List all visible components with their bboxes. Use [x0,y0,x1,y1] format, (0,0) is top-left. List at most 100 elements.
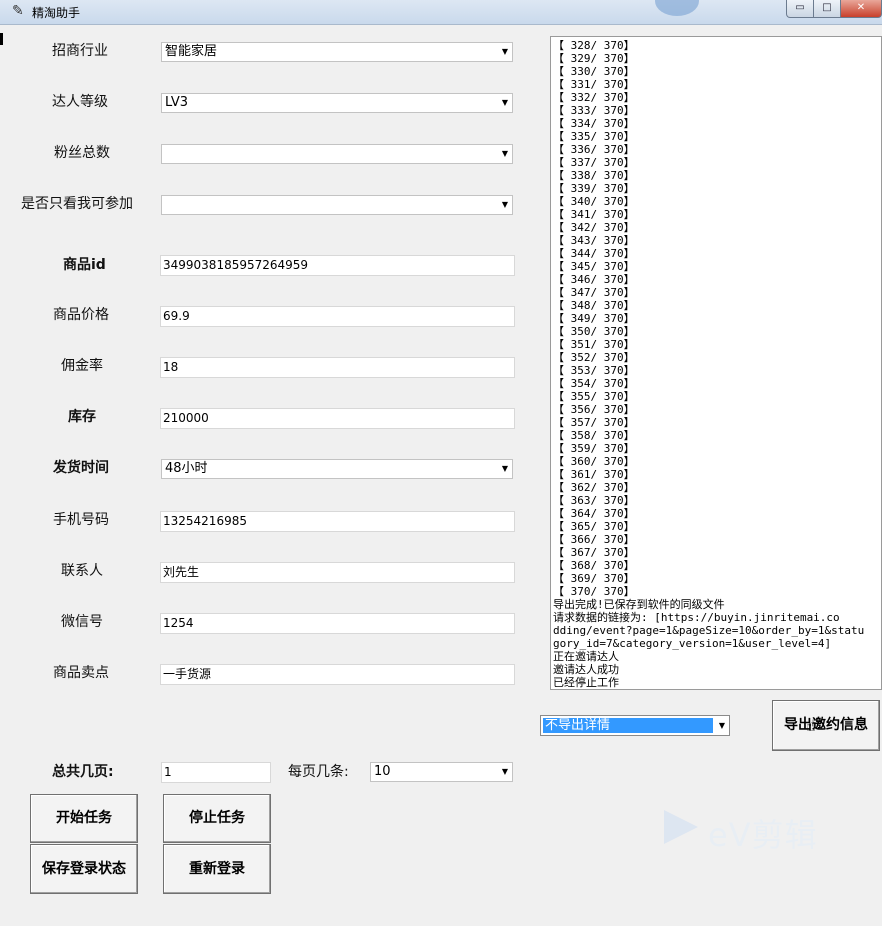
log-line: 已经停止工作 [553,676,619,689]
log-line: 【 336/ 370】 [553,143,635,156]
export-mode-select[interactable]: 不导出详情 ▼ [540,715,730,736]
log-line: 【 329/ 370】 [553,52,635,65]
product-price-input[interactable]: 69.9 [160,306,515,327]
chevron-down-icon[interactable]: ▼ [502,145,508,163]
product-id-input[interactable]: 3499038185957264959 [160,255,515,276]
log-line: 【 339/ 370】 [553,182,635,195]
log-line: 导出完成!已保存到软件的同级文件 [553,598,725,611]
log-line: 请求数据的链接为: [https://buyin.jinritemai.co [553,611,840,624]
log-line: 【 365/ 370】 [553,520,635,533]
ship-time-select[interactable]: 48小时 ▼ [161,459,513,479]
total-pages-input[interactable]: 1 [161,762,271,783]
contact-label: 联系人 [61,563,103,579]
log-line: 【 331/ 370】 [553,78,635,91]
start-task-button[interactable]: 开始任务 [30,794,138,843]
pointer-cursor-icon: ☝ [806,716,816,735]
chevron-down-icon[interactable]: ▼ [502,94,508,112]
chevron-down-icon[interactable]: ▼ [502,763,508,781]
log-line: 【 359/ 370】 [553,442,635,455]
stock-input[interactable]: 210000 [160,408,515,429]
commission-rate-label: 佣金率 [61,358,103,374]
log-line: 【 353/ 370】 [553,364,635,377]
commission-rate-input[interactable]: 18 [160,357,515,378]
title-decoration [655,0,699,16]
log-line: 【 344/ 370】 [553,247,635,260]
log-line: 【 349/ 370】 [553,312,635,325]
log-line: 【 369/ 370】 [553,572,635,585]
watermark-text: eV剪辑 [708,816,818,854]
ship-time-label: 发货时间 [53,460,109,476]
chevron-down-icon[interactable]: ▼ [719,716,725,735]
log-line: 【 347/ 370】 [553,286,635,299]
log-line: 【 343/ 370】 [553,234,635,247]
per-page-value: 10 [374,764,391,779]
per-page-select[interactable]: 10 ▼ [370,762,513,782]
log-line: 【 348/ 370】 [553,299,635,312]
log-output[interactable]: 【 328/ 370】【 329/ 370】【 330/ 370】【 331/ … [550,36,882,690]
selling-point-label: 商品卖点 [53,665,109,681]
fans-count-select[interactable]: ▼ [161,144,513,164]
talent-level-select[interactable]: LV3 ▼ [161,93,513,113]
log-line: 【 364/ 370】 [553,507,635,520]
log-line: 【 368/ 370】 [553,559,635,572]
contact-input[interactable]: 刘先生 [160,562,515,583]
industry-label: 招商行业 [52,43,108,59]
product-id-label: 商品id [63,257,106,273]
relogin-button[interactable]: 重新登录 [163,844,271,894]
log-line: 【 334/ 370】 [553,117,635,130]
log-line: 【 345/ 370】 [553,260,635,273]
industry-value: 智能家居 [165,44,218,59]
maximize-button[interactable]: □ [813,0,841,18]
log-line: 邀请达人成功 [553,663,619,676]
log-line: 【 358/ 370】 [553,429,635,442]
log-line: 【 360/ 370】 [553,455,635,468]
log-line: 【 370/ 370】 [553,585,635,598]
total-pages-label: 总共几页: [52,764,114,780]
feather-icon: ✎ [12,3,24,19]
log-line: 【 350/ 370】 [553,325,635,338]
window-title: 精淘助手 [32,6,81,20]
play-icon [664,810,698,844]
ev-watermark-logo: eV剪辑 [664,806,836,854]
log-line: 【 332/ 370】 [553,91,635,104]
log-line: dding/event?page=1&pageSize=10&order_by=… [553,624,865,637]
log-line: 【 341/ 370】 [553,208,635,221]
log-line: 【 346/ 370】 [553,273,635,286]
log-line: 【 330/ 370】 [553,65,635,78]
industry-select[interactable]: 智能家居 ▼ [161,42,513,62]
wechat-label: 微信号 [61,614,103,630]
phone-input[interactable]: 13254216985 [160,511,515,532]
chevron-down-icon[interactable]: ▼ [502,460,508,478]
log-line: 【 340/ 370】 [553,195,635,208]
log-line: 【 366/ 370】 [553,533,635,546]
log-line: 【 333/ 370】 [553,104,635,117]
only-me-label: 是否只看我可参加 [21,196,133,212]
title-bar[interactable]: ✎ 精淘助手 ▭ □ ✕ [0,0,882,25]
log-line: 【 363/ 370】 [553,494,635,507]
log-line: 【 354/ 370】 [553,377,635,390]
talent-level-label: 达人等级 [52,94,108,110]
wechat-input[interactable]: 1254 [160,613,515,634]
selling-point-input[interactable]: 一手货源 [160,664,515,685]
close-button[interactable]: ✕ [840,0,882,18]
product-price-label: 商品价格 [53,307,109,323]
log-line: 正在邀请达人 [553,650,619,663]
export-invite-button[interactable]: 导出邀约信息 [772,700,880,751]
minimize-button[interactable]: ▭ [786,0,814,18]
log-line: 【 361/ 370】 [553,468,635,481]
fans-count-label: 粉丝总数 [54,145,110,161]
save-login-button[interactable]: 保存登录状态 [30,844,138,894]
log-line: 【 356/ 370】 [553,403,635,416]
log-line: 【 337/ 370】 [553,156,635,169]
log-line: 【 351/ 370】 [553,338,635,351]
log-line: 【 367/ 370】 [553,546,635,559]
chevron-down-icon[interactable]: ▼ [502,43,508,61]
log-line: gory_id=7&category_version=1&user_level=… [553,637,832,650]
log-line: 【 328/ 370】 [553,39,635,52]
window-edge-mark [0,33,3,45]
stop-task-button[interactable]: 停止任务 [163,794,271,843]
only-me-select[interactable]: ▼ [161,195,513,215]
log-line: 【 355/ 370】 [553,390,635,403]
chevron-down-icon[interactable]: ▼ [502,196,508,214]
ship-time-value: 48小时 [165,461,208,476]
